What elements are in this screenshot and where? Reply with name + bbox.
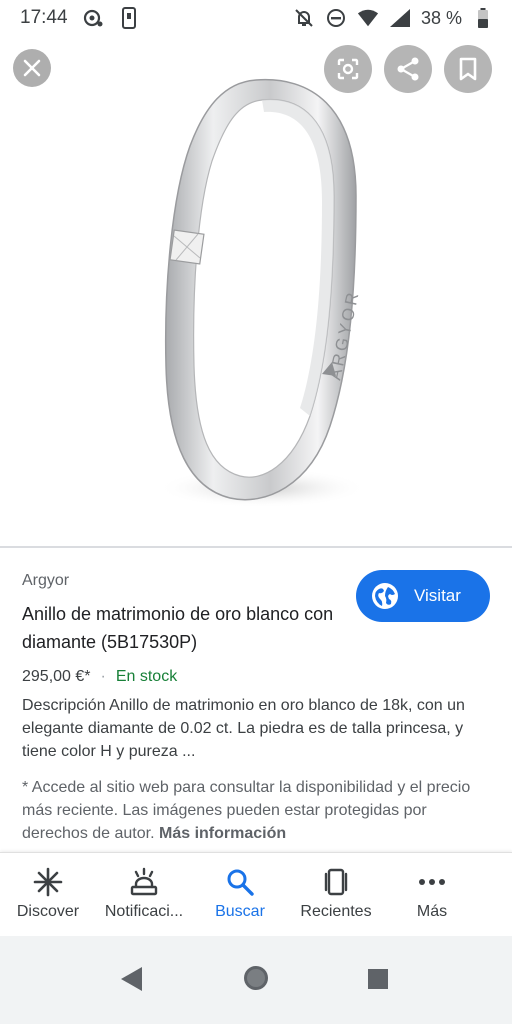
- product-description: Descripción Anillo de matrimonio en oro …: [22, 697, 465, 760]
- close-icon: [23, 59, 41, 77]
- nav-label-notifications: Notificaci...: [104, 903, 184, 920]
- assistant-notification-icon: [82, 7, 104, 29]
- globe-icon: [372, 583, 398, 609]
- more-info-link[interactable]: Más información: [159, 825, 286, 842]
- nav-label-more: Más: [416, 903, 448, 920]
- lens-button[interactable]: [324, 45, 372, 93]
- status-time: 17:44: [20, 7, 68, 28]
- visit-button[interactable]: Visitar: [356, 570, 490, 622]
- nav-notifications[interactable]: Notificaci...: [96, 853, 192, 936]
- asterisk-icon: [33, 867, 63, 897]
- product-source[interactable]: Argyor: [22, 572, 69, 590]
- ring-image: ARGYOR: [157, 78, 367, 508]
- system-home-icon[interactable]: [242, 964, 270, 992]
- save-button[interactable]: [444, 45, 492, 93]
- nav-label-discover: Discover: [16, 903, 80, 920]
- battery-icon: [472, 7, 494, 29]
- lens-icon: [337, 58, 359, 80]
- stock-status: En stock: [115, 668, 178, 685]
- signal-icon: [389, 7, 411, 29]
- close-button[interactable]: [13, 49, 51, 87]
- availability-note: * Accede al sitio web para consultar la …: [22, 776, 492, 845]
- price-row: 295,00 €* · En stock: [22, 668, 177, 686]
- nav-label-search: Buscar: [215, 903, 265, 920]
- share-button[interactable]: [384, 45, 432, 93]
- battery-percent: 38 %: [420, 7, 462, 28]
- status-bar: 17:44 38 %: [0, 0, 512, 36]
- do-not-disturb-icon: [325, 7, 347, 29]
- price: 295,00 €*: [22, 668, 91, 685]
- system-back-icon[interactable]: [120, 966, 144, 992]
- more-icon: [419, 879, 445, 885]
- divider: [0, 546, 512, 548]
- share-icon: [397, 57, 419, 81]
- system-recents-icon[interactable]: [367, 968, 389, 990]
- bell-icon: [130, 867, 158, 896]
- separator-dot: ·: [100, 668, 106, 685]
- phone-notification-icon: [118, 7, 140, 29]
- wifi-icon: [357, 7, 379, 29]
- nav-search[interactable]: Buscar: [192, 853, 288, 936]
- bookmark-icon: [459, 57, 477, 81]
- nav-more[interactable]: Más: [384, 853, 480, 936]
- mute-icon: [293, 7, 315, 29]
- product-title[interactable]: Anillo de matrimonio de oro blanco con d…: [22, 600, 342, 656]
- nav-discover[interactable]: Discover: [0, 853, 96, 936]
- nav-label-recent: Recientes: [300, 903, 372, 920]
- bottom-navigation: Discover Notificaci... Buscar Recientes …: [0, 852, 512, 936]
- visit-label: Visitar: [414, 586, 461, 605]
- product-image-viewer[interactable]: ARGYOR: [0, 36, 512, 546]
- search-icon: [227, 869, 254, 896]
- nav-recent[interactable]: Recientes: [288, 853, 384, 936]
- recent-tabs-icon: [324, 868, 348, 896]
